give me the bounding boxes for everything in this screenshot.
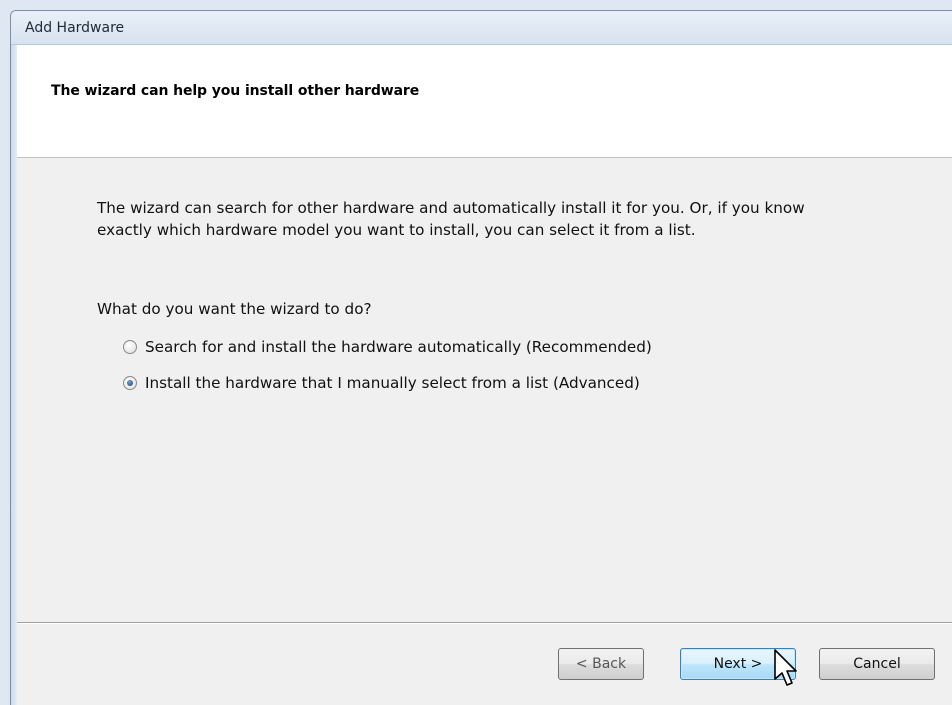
wizard-intro-text: The wizard can search for other hardware… xyxy=(97,199,805,239)
cancel-button[interactable]: Cancel xyxy=(819,648,935,680)
footer-separator xyxy=(17,622,952,624)
option-manual-select[interactable]: Install the hardware that I manually sel… xyxy=(123,374,640,392)
add-hardware-dialog: Add Hardware The wizard can help you ins… xyxy=(10,10,952,705)
option-search-automatically-label: Search for and install the hardware auto… xyxy=(145,338,652,356)
radio-search-automatically[interactable] xyxy=(123,340,137,354)
next-button[interactable]: Next > xyxy=(680,648,796,680)
option-search-automatically[interactable]: Search for and install the hardware auto… xyxy=(123,338,652,356)
option-manual-select-label: Install the hardware that I manually sel… xyxy=(145,374,640,392)
wizard-header: The wizard can help you install other ha… xyxy=(17,45,952,158)
wizard-question: What do you want the wizard to do? xyxy=(97,300,372,318)
radio-manual-select[interactable] xyxy=(123,376,137,390)
wizard-heading: The wizard can help you install other ha… xyxy=(51,83,420,99)
title-bar[interactable]: Add Hardware xyxy=(11,11,952,45)
window-title: Add Hardware xyxy=(25,20,125,36)
back-button[interactable]: < Back xyxy=(558,648,644,680)
